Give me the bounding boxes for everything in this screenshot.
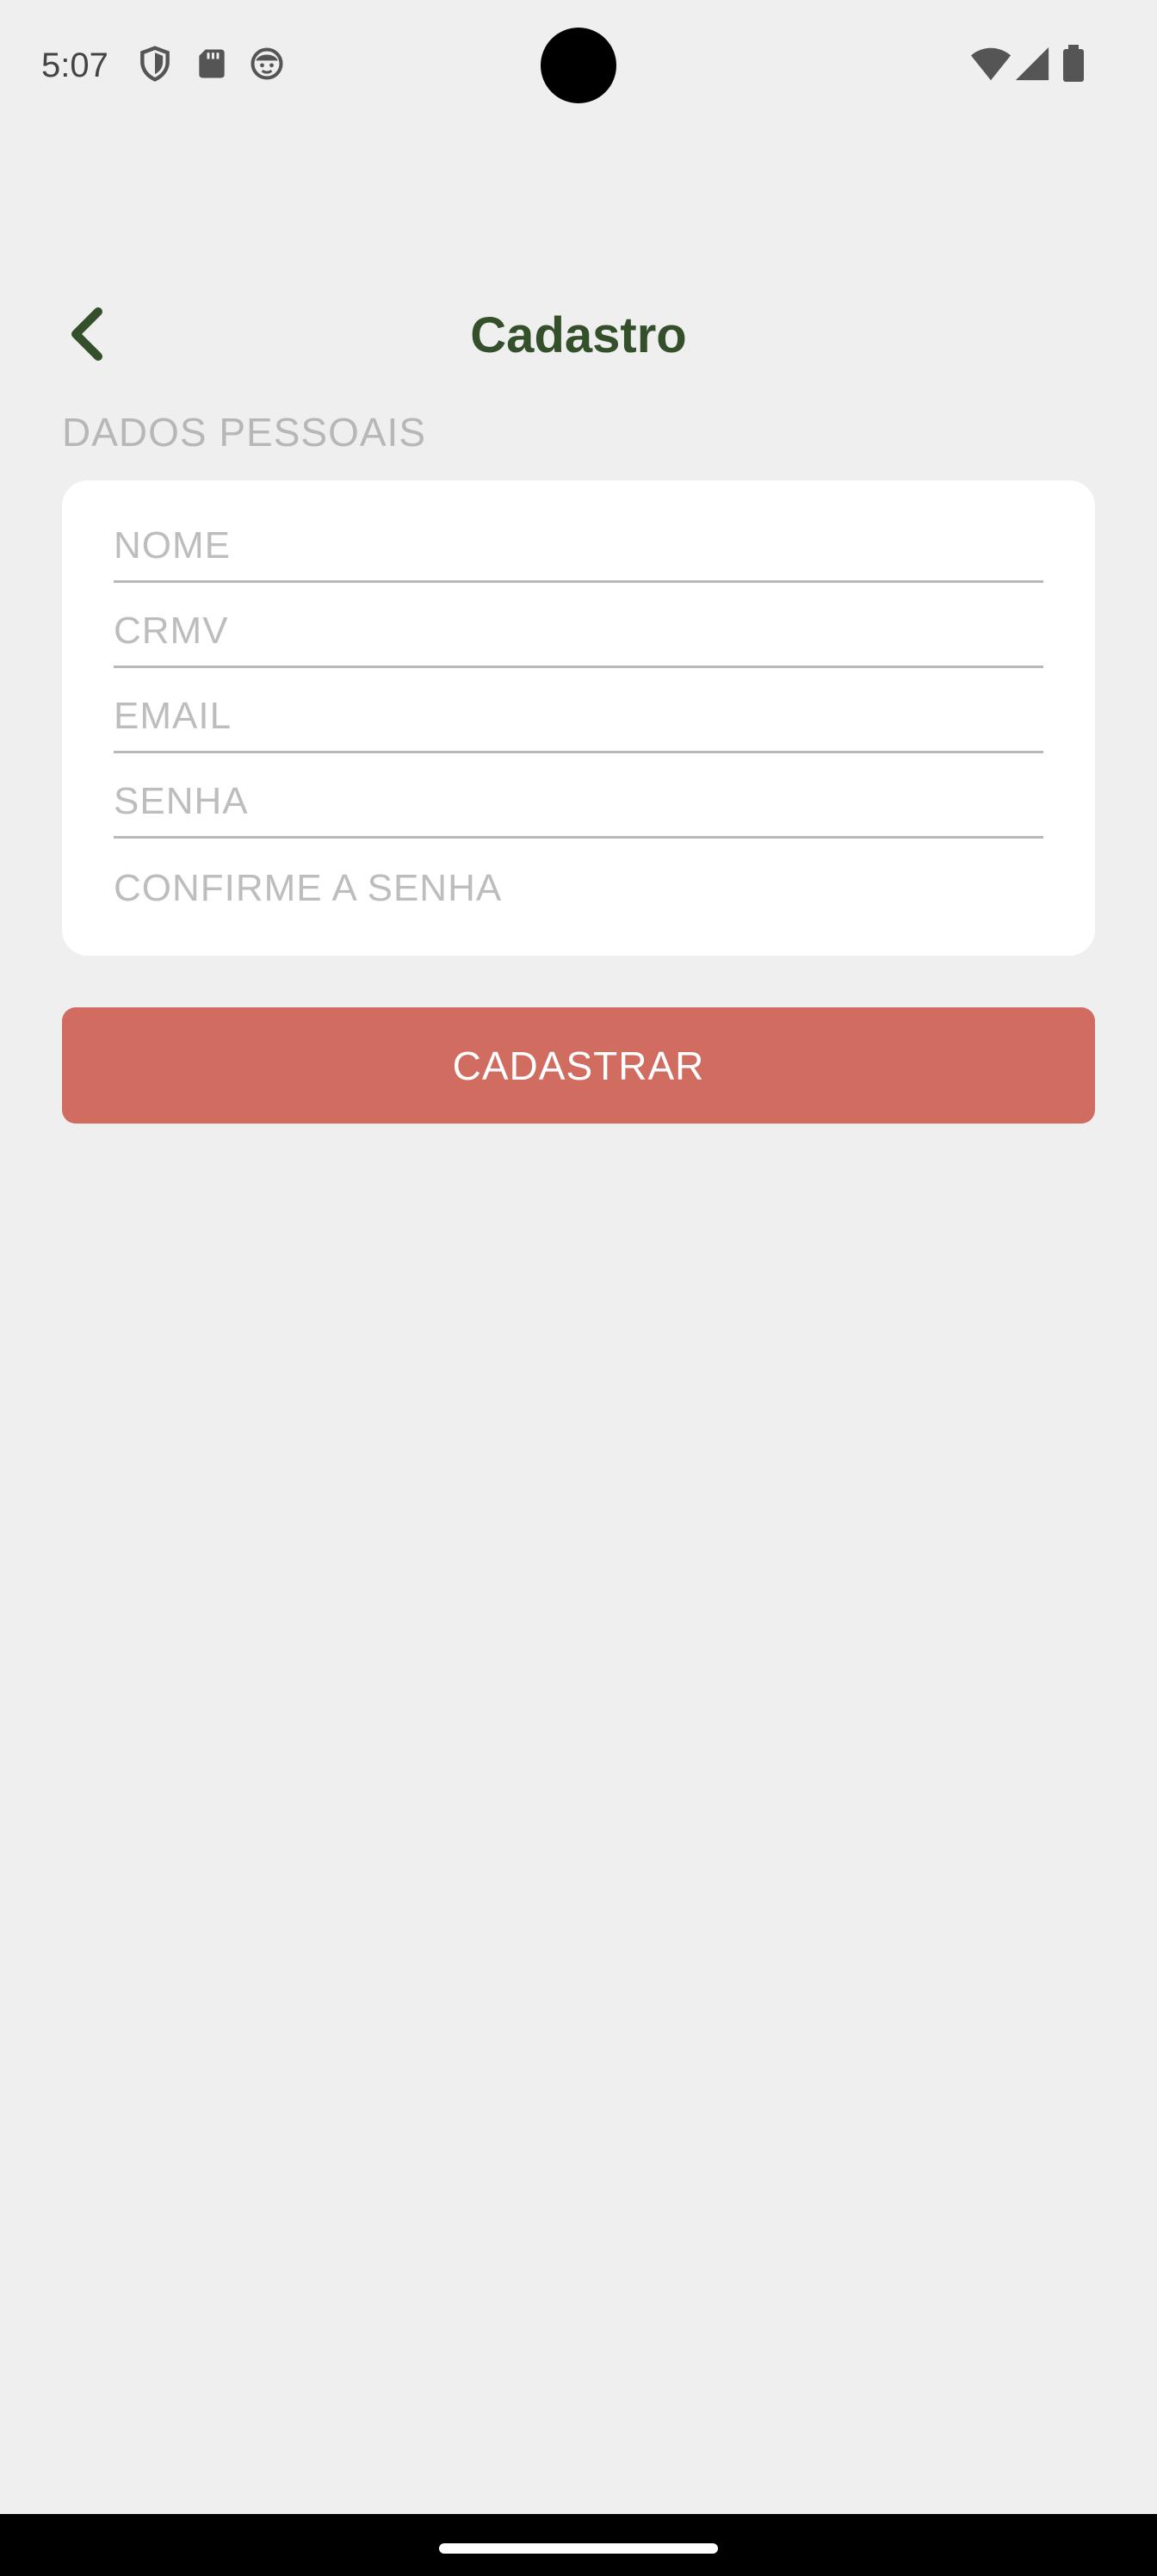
page-title: Cadastro — [470, 307, 687, 363]
face-icon — [248, 45, 286, 83]
name-input[interactable] — [114, 498, 1043, 580]
status-time: 5:07 — [41, 46, 108, 84]
screen: 5:07 Cadastro DADOS PESSOAIS NOME CRMV E… — [0, 0, 1157, 2576]
battery-icon — [1061, 45, 1086, 83]
form-card — [62, 480, 1095, 956]
crmv-input[interactable] — [114, 583, 1043, 666]
register-button[interactable]: CADASTRAR — [62, 1007, 1095, 1124]
password-field-wrapper — [114, 753, 1043, 839]
confirm-password-field-wrapper — [114, 839, 1043, 924]
name-field-wrapper — [114, 498, 1043, 583]
email-field-wrapper — [114, 668, 1043, 753]
section-label: DADOS PESSOAIS — [62, 410, 427, 455]
password-input[interactable] — [114, 753, 1043, 836]
confirm-password-input[interactable] — [114, 839, 1043, 924]
header: Cadastro — [0, 284, 1157, 387]
shield-icon — [136, 45, 174, 83]
home-indicator[interactable] — [439, 2543, 718, 2554]
sd-card-icon — [193, 45, 231, 83]
navigation-bar — [0, 2514, 1157, 2576]
camera-cutout — [541, 28, 616, 103]
signal-icon — [1014, 45, 1050, 83]
crmv-field-wrapper — [114, 583, 1043, 668]
email-input[interactable] — [114, 668, 1043, 751]
wifi-icon — [969, 45, 1012, 83]
status-bar: 5:07 — [0, 0, 1157, 129]
